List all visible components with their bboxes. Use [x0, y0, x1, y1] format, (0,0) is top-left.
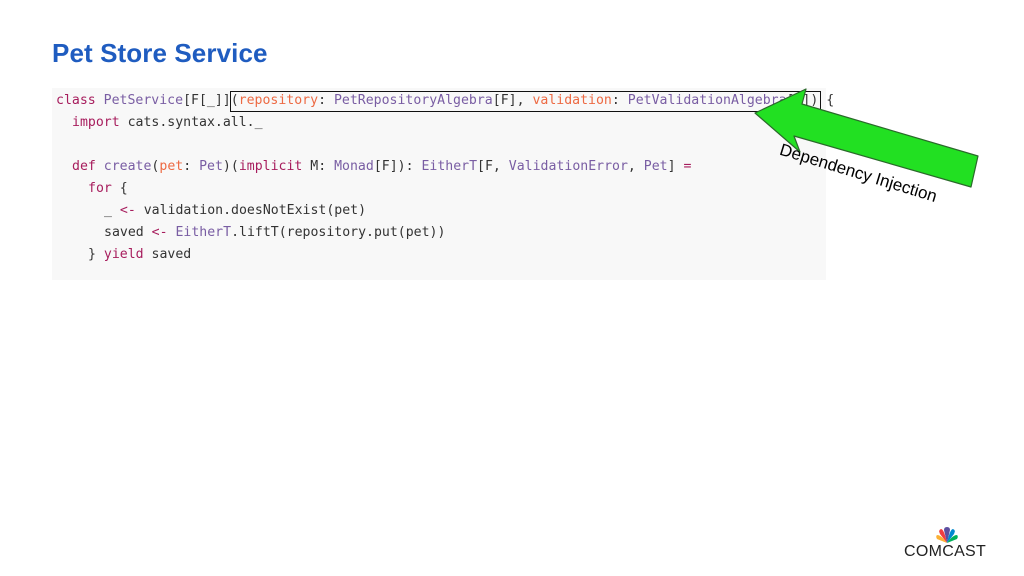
- import-path: cats.syntax.all._: [119, 115, 263, 130]
- code-line-import: import cats.syntax.all._: [72, 114, 263, 132]
- saved-binding: saved: [104, 225, 152, 240]
- code-line-validation: _ <- validation.doesNotExist(pet): [104, 202, 366, 220]
- keyword-class: class: [56, 93, 96, 108]
- equals-op: =: [683, 159, 692, 174]
- code-line-for: for {: [88, 180, 128, 198]
- arrow-op: <-: [119, 203, 136, 218]
- method-name: create: [103, 159, 152, 174]
- keyword-implicit: implicit: [238, 159, 303, 174]
- highlight-box: [230, 91, 821, 112]
- for-brace: {: [111, 181, 128, 196]
- type-monad: Monad: [334, 159, 374, 174]
- implicit-param: M:: [302, 159, 335, 174]
- type-eithert: EitherT: [421, 159, 478, 174]
- logo-text: COMCAST: [904, 543, 987, 560]
- underscore-binding: _: [104, 203, 120, 218]
- ret-open: [F,: [477, 159, 509, 174]
- keyword-def: def: [72, 159, 96, 174]
- param-pet: pet: [159, 159, 184, 174]
- slide-title: Pet Store Service: [52, 38, 268, 68]
- type-pet: Pet: [199, 159, 223, 174]
- ret-comma: ,: [627, 159, 644, 174]
- paren-sep: )(: [222, 159, 239, 174]
- validation-call: validation.doesNotExist(pet): [135, 203, 367, 218]
- code-line-saved: saved <- EitherT.liftT(repository.put(pe…: [104, 224, 445, 242]
- colon: :: [183, 159, 200, 174]
- keyword-import: import: [72, 115, 120, 130]
- type-params: [F[_]]: [183, 93, 231, 108]
- code-line-def-create: def create(pet: Pet)(implicit M: Monad[F…: [72, 158, 691, 176]
- code-block: class PetService[F[_]](repository: PetRe…: [52, 88, 834, 280]
- ret-close: ]: [667, 159, 684, 174]
- peacock-icon: [936, 527, 958, 543]
- lift-call: .liftT(repository.put(pet)): [231, 225, 446, 240]
- code-line-yield: } yield saved: [88, 246, 191, 264]
- arrow-op: <-: [151, 225, 168, 240]
- type-pet-ret: Pet: [643, 159, 668, 174]
- monad-args: [F]):: [373, 159, 422, 174]
- type-eithert-call: EitherT: [175, 225, 232, 240]
- comcast-logo: COMCAST: [900, 526, 996, 566]
- keyword-for: for: [88, 181, 112, 196]
- yield-value: saved: [143, 247, 192, 262]
- close-brace: }: [88, 247, 104, 262]
- keyword-yield: yield: [103, 247, 144, 262]
- type-validation-error: ValidationError: [508, 159, 628, 174]
- class-name: PetService: [103, 93, 184, 108]
